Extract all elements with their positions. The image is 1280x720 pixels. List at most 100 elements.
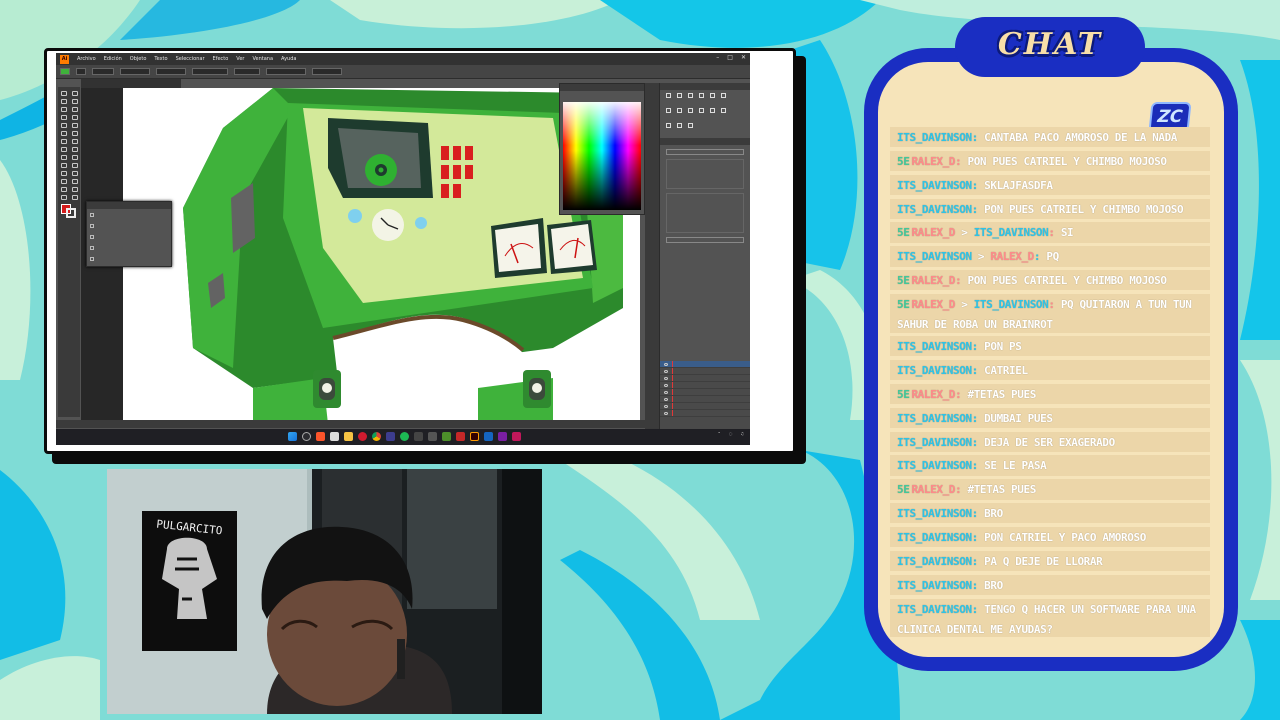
width-tool-icon[interactable]: [61, 147, 67, 152]
symbol-sprayer-tool-icon[interactable]: [61, 179, 67, 184]
distribute-icon[interactable]: [666, 108, 671, 113]
slice-tool-icon[interactable]: [72, 187, 78, 192]
align-right-icon[interactable]: [688, 93, 693, 98]
menu-item-edicion[interactable]: Edición: [104, 56, 122, 62]
chat-username[interactable]: ITS_DAVINSON: [897, 603, 972, 616]
chat-reply-target[interactable]: ITS_DAVINSON: [974, 298, 1049, 311]
chat-username[interactable]: ITS_DAVINSON: [897, 250, 972, 263]
paintbrush-tool-icon[interactable]: [72, 123, 78, 128]
distribute-icon[interactable]: [721, 108, 726, 113]
zoom-tool-icon[interactable]: [72, 195, 78, 200]
chat-username[interactable]: ITS_DAVINSON: [897, 531, 972, 544]
wifi-icon[interactable]: ◌: [729, 431, 733, 436]
chat-username[interactable]: ITS_DAVINSON: [897, 436, 972, 449]
opacity-field[interactable]: [192, 68, 228, 75]
app-icon[interactable]: [414, 432, 423, 441]
minimize-icon[interactable]: –: [716, 54, 719, 61]
chat-username[interactable]: ITS_DAVINSON: [897, 579, 972, 592]
menu-item-ver[interactable]: Ver: [236, 56, 244, 62]
menu-item-objeto[interactable]: Objeto: [130, 56, 147, 62]
menu-item-archivo[interactable]: Archivo: [77, 56, 96, 62]
chat-username[interactable]: ITS_DAVINSON: [897, 555, 972, 568]
chat-username[interactable]: ITS_DAVINSON: [897, 179, 972, 192]
app-icon[interactable]: [484, 432, 493, 441]
layer-row[interactable]: [660, 403, 750, 410]
popup-checkbox[interactable]: [90, 223, 94, 228]
app-icon[interactable]: [512, 432, 521, 441]
eye-icon[interactable]: [664, 362, 668, 366]
menu-item-ventana[interactable]: Ventana: [252, 56, 273, 62]
line-tool-icon[interactable]: [72, 115, 78, 120]
pencil-tool-icon[interactable]: [61, 131, 67, 136]
scale-tool-icon[interactable]: [72, 139, 78, 144]
document-setup-button[interactable]: [266, 68, 306, 75]
app-icon[interactable]: [498, 432, 507, 441]
align-center-icon[interactable]: [677, 93, 682, 98]
magic-wand-tool-icon[interactable]: [61, 99, 67, 104]
brave-browser-icon[interactable]: [316, 432, 325, 441]
popup-checkbox[interactable]: [90, 245, 94, 250]
eye-icon[interactable]: [664, 383, 668, 387]
chat-username[interactable]: RALEX_D: [911, 388, 955, 401]
align-top-icon[interactable]: [699, 93, 704, 98]
rotate-tool-icon[interactable]: [61, 139, 67, 144]
chat-username[interactable]: ITS_DAVINSON: [897, 203, 972, 216]
tray-chevron-icon[interactable]: ⌃: [718, 431, 721, 436]
document-tab[interactable]: [81, 79, 181, 88]
chat-username[interactable]: RALEX_D: [911, 226, 955, 239]
windows-start-icon[interactable]: [288, 432, 297, 441]
perspective-tool-icon[interactable]: [72, 155, 78, 160]
app-icon[interactable]: [428, 432, 437, 441]
eraser-tool-icon[interactable]: [72, 131, 78, 136]
spotify-icon[interactable]: [400, 432, 409, 441]
chat-username[interactable]: ITS_DAVINSON: [897, 364, 972, 377]
gradient-tool-icon[interactable]: [72, 163, 78, 168]
spacing-icon[interactable]: [688, 123, 693, 128]
spacing-icon[interactable]: [677, 123, 682, 128]
chat-username[interactable]: ITS_DAVINSON: [897, 412, 972, 425]
chat-username[interactable]: RALEX_D: [911, 298, 955, 311]
volume-icon[interactable]: ♫: [740, 431, 744, 436]
chat-username[interactable]: RALEX_D: [911, 274, 955, 287]
blend-tool-icon[interactable]: [72, 171, 78, 176]
chat-username[interactable]: ITS_DAVINSON: [897, 340, 972, 353]
layer-row[interactable]: [660, 410, 750, 417]
chat-username[interactable]: ITS_DAVINSON: [897, 131, 972, 144]
menu-item-seleccionar[interactable]: Seleccionar: [176, 56, 205, 62]
lasso-tool-icon[interactable]: [72, 99, 78, 104]
tool-options-button[interactable]: [666, 149, 744, 155]
pen-tool-icon[interactable]: [61, 107, 67, 112]
chat-username[interactable]: ITS_DAVINSON: [897, 507, 972, 520]
layer-row[interactable]: [660, 368, 750, 375]
chat-username[interactable]: RALEX_D: [911, 483, 955, 496]
menu-item-efecto[interactable]: Efecto: [213, 56, 229, 62]
spacing-icon[interactable]: [666, 123, 671, 128]
distribute-icon[interactable]: [688, 108, 693, 113]
type-tool-icon[interactable]: [61, 115, 67, 120]
distribute-icon[interactable]: [699, 108, 704, 113]
layer-row[interactable]: [660, 375, 750, 382]
align-left-icon[interactable]: [666, 93, 671, 98]
layer-row[interactable]: [660, 361, 750, 368]
stroke-weight-field[interactable]: [92, 68, 114, 75]
distribute-icon[interactable]: [710, 108, 715, 113]
menu-item-texto[interactable]: Texto: [154, 56, 167, 62]
align-bottom-icon[interactable]: [721, 93, 726, 98]
task-view-icon[interactable]: [330, 432, 339, 441]
eye-icon[interactable]: [664, 411, 668, 415]
brush-field[interactable]: [156, 68, 186, 75]
eye-icon[interactable]: [664, 397, 668, 401]
quick-actions-button[interactable]: [666, 237, 744, 243]
distribute-icon[interactable]: [677, 108, 682, 113]
color-spectrum[interactable]: [563, 102, 641, 210]
graph-tool-icon[interactable]: [72, 179, 78, 184]
illustrator-taskbar-icon[interactable]: [470, 432, 479, 441]
curvature-tool-icon[interactable]: [72, 107, 78, 112]
layer-row[interactable]: [660, 396, 750, 403]
eye-icon[interactable]: [664, 369, 668, 373]
align-middle-icon[interactable]: [710, 93, 715, 98]
menu-item-ayuda[interactable]: Ayuda: [281, 56, 296, 62]
popup-checkbox[interactable]: [90, 212, 94, 217]
chat-username[interactable]: RALEX_D: [911, 155, 955, 168]
close-icon[interactable]: ✕: [741, 54, 746, 61]
